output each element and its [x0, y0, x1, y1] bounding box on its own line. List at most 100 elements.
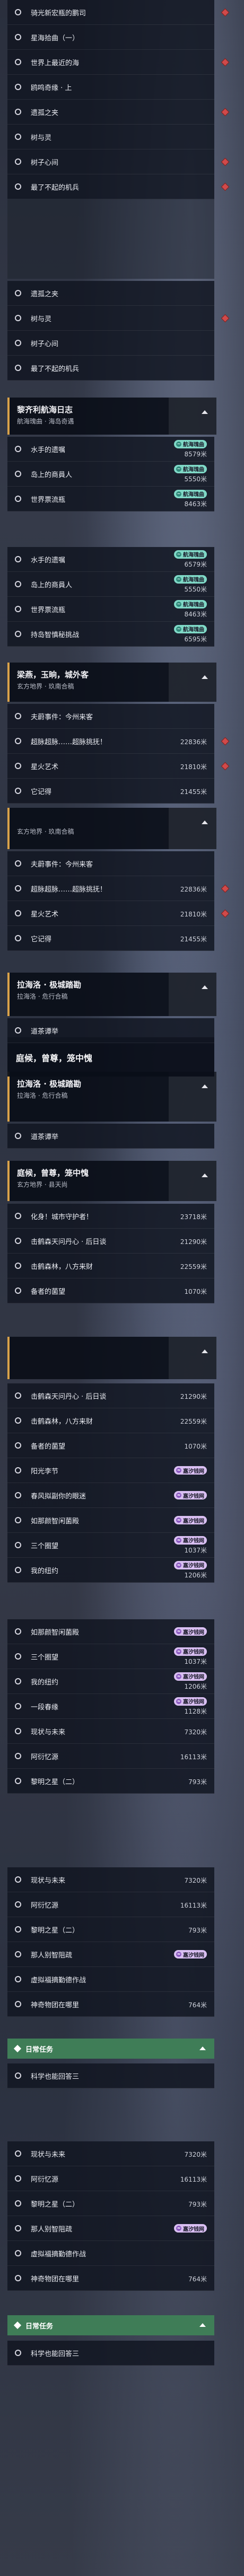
quest-list-item[interactable]: 树子心间	[7, 149, 230, 174]
quest-list-item[interactable]: 黎明之星（二） 793米	[7, 2191, 214, 2216]
quest-list-item[interactable]: 星火艺术 21810米	[7, 754, 230, 779]
quest-status-circle-icon	[15, 1876, 21, 1883]
quest-list-item[interactable]: 夫蔚事件：今州来客	[7, 851, 214, 876]
quest-list-item[interactable]: 最了不起的机兵	[7, 174, 230, 199]
quest-list-item[interactable]: 超脉超脉……超脉挑抚！ 22836米	[7, 876, 230, 901]
quest-list-item[interactable]: 现状与未来 7320米	[7, 2141, 214, 2166]
diamond-icon	[13, 2044, 22, 2053]
quest-list-item[interactable]: 世界票流瓶 ~ 航海瑰曲 8463米	[7, 597, 214, 622]
quest-list-item[interactable]: 我的纽约 ≈ 嘉汐钱网 1206米	[7, 1669, 214, 1694]
quest-list-item[interactable]: 备者的菌望 1070米	[7, 1278, 214, 1303]
quest-list-item[interactable]: 三个圈望 ≈ 嘉汐钱网 1037米	[7, 1533, 214, 1558]
quest-list-item[interactable]: 击鹤森林，八方来财 22559米	[7, 1254, 214, 1278]
quest-list-item[interactable]: 如那颜智闲菌殿 ≈ 嘉汐钱网	[7, 1508, 214, 1533]
quest-list-item[interactable]: 阿衍忆源 16113米	[7, 1892, 214, 1917]
quest-list-item[interactable]: 星海拾曲（一）	[7, 25, 214, 50]
collapse-caret-icon[interactable]	[202, 1349, 208, 1353]
quest-list-item[interactable]: 那人别智阻疏 ≈ 嘉汐钱网	[7, 1942, 214, 1967]
quest-list-item[interactable]: 黎明之星（二） 793米	[7, 1917, 214, 1942]
collapse-caret-icon[interactable]	[202, 985, 208, 989]
quest-list-item[interactable]: 如那颜智闲菌殿 ≈ 嘉汐钱网	[7, 1619, 214, 1644]
quest-list-item[interactable]: 树子心间	[7, 331, 214, 356]
quest-marker-icon	[221, 157, 230, 166]
quest-list-item[interactable]: 击鹤森天问丹心 · 后日谈 21290米	[7, 1229, 214, 1254]
quest-list-item[interactable]: 科学也能回答三	[7, 2341, 214, 2366]
quest-category-badge: ≈ 嘉汐钱网	[174, 1491, 207, 1499]
quest-group-header[interactable]	[7, 1337, 216, 1379]
collapse-caret-icon[interactable]	[202, 675, 208, 679]
quest-list-item[interactable]: 它记得 21455米	[7, 779, 214, 804]
quest-list-item[interactable]: 黎明之星（二） 793米	[7, 1769, 214, 1794]
quest-list-item[interactable]: 持岛智慎秘挑战 ~ 航海瑰曲 6595米	[7, 622, 214, 647]
quest-list-item[interactable]: 现状与未来 7320米	[7, 1719, 214, 1744]
collapse-caret-icon[interactable]	[202, 821, 208, 824]
quest-list-item[interactable]: 它记得 21455米	[7, 926, 214, 951]
quest-meta: 1070米	[184, 1433, 207, 1458]
quest-list-item[interactable]: 水手的遗嘱 ~ 航海瑰曲 6579米	[7, 547, 214, 572]
quest-status-circle-icon	[15, 581, 21, 587]
quest-group-title: 拉海洛 · 极城踏勘	[17, 1079, 82, 1089]
quest-list-item[interactable]: 遗孤之夹	[7, 281, 214, 306]
quest-group-header[interactable]: 黎齐利航海日志 航海瑰曲 · 海岛奇遇	[7, 398, 216, 435]
quest-list-item[interactable]: 岛上的商員人 ~ 航海瑰曲 5550米	[7, 572, 214, 597]
quest-list-item[interactable]: 那人别智阻疏 ≈ 嘉汐钱网	[7, 2216, 214, 2241]
collapse-caret-icon[interactable]	[199, 2046, 206, 2050]
quest-list-item[interactable]: 阿衍忆源 16113米	[7, 1744, 214, 1769]
collapse-caret-icon[interactable]	[202, 410, 208, 414]
quest-group-header[interactable]: 拉海洛 · 极城踏勘 拉海洛 · 危行合稿	[7, 973, 216, 1016]
quest-list-item[interactable]: 最了不起的机兵	[7, 356, 214, 381]
quest-status-circle-icon	[15, 2250, 21, 2256]
section-daily-tasks[interactable]: 日常任务	[7, 2039, 214, 2059]
quest-list-item[interactable]: 阿衍忆源 16113米	[7, 2166, 214, 2191]
quest-list-item[interactable]: 星火艺术 21810米	[7, 901, 230, 926]
quest-list-item[interactable]: 神奇物团在哪里 764米	[7, 2266, 214, 2291]
quest-list-item[interactable]: 春风拟副你的眼迷 ≈ 嘉汐钱网	[7, 1483, 214, 1508]
quest-list-item[interactable]: 道茶谭举	[7, 1124, 214, 1149]
quest-distance: 21290米	[180, 1238, 207, 1246]
quest-list-item[interactable]: 击鹤森林，八方来财 22559米	[7, 1408, 214, 1433]
badge-label: 嘉汐钱网	[183, 1629, 204, 1636]
quest-list-item[interactable]: 树与灵	[7, 125, 214, 149]
collapse-caret-icon[interactable]	[202, 1084, 208, 1088]
quest-list-item[interactable]: 化身！城市守护者！ 23718米	[7, 1204, 214, 1229]
section-daily-tasks[interactable]: 日常任务	[7, 2315, 214, 2335]
quest-group-header[interactable]	[7, 199, 214, 279]
collapse-caret-icon[interactable]	[199, 2323, 206, 2327]
quest-group-header[interactable]: 拉海洛 · 极城踏勘 拉海洛 · 危行合稿	[7, 1072, 216, 1122]
quest-list-item[interactable]: 水手的遗嘱 ~ 航海瑰曲 8579米	[7, 437, 214, 462]
quest-list-item[interactable]: 道茶谭举	[7, 1018, 214, 1043]
quest-list-item[interactable]: 树与灵	[7, 306, 230, 331]
quest-status-circle-icon	[15, 340, 21, 346]
quest-list-item[interactable]: 虚拟福摘勤德作战	[7, 1967, 214, 1992]
quest-distance: 8463米	[184, 610, 207, 618]
quest-list-item[interactable]: 岛上的商員人 ~ 航海瑰曲 5550米	[7, 462, 214, 487]
quest-list-item[interactable]: 骑光新宏瓶的鹏司	[7, 0, 230, 25]
quest-list-item[interactable]: 神奇物团在哪里 764米	[7, 1992, 214, 2017]
quest-list-item[interactable]: 世界上最近的海	[7, 50, 230, 75]
badge-icon: ≈	[176, 1537, 181, 1543]
quest-list-item[interactable]: 阳光李节 ≈ 嘉汐钱网	[7, 1458, 214, 1483]
quest-meta: ~ 航海瑰曲 8463米	[174, 487, 207, 511]
quest-list-item[interactable]: 科学也能回答三	[7, 2063, 214, 2088]
quest-list-item[interactable]: 我的纽约 ≈ 嘉汐钱网 1206米	[7, 1558, 214, 1583]
quest-list-item[interactable]: 夫蔚事件：今州来客	[7, 704, 214, 729]
quest-list-item[interactable]: 击鹤森天问丹心 · 后日谈 21290米	[7, 1383, 214, 1408]
quest-list-item[interactable]: 备者的菌望 1070米	[7, 1433, 214, 1458]
quest-list-item[interactable]: 虚拟福摘勤德作战	[7, 2241, 214, 2266]
quest-list-item[interactable]: 现状与未来 7320米	[7, 1867, 214, 1892]
quest-list-item[interactable]: 鸥鸣奇缘 · 上	[7, 75, 214, 100]
quest-status-circle-icon	[15, 935, 21, 941]
quest-group-header[interactable]: 玄方地界 · 玖南合稿	[7, 808, 216, 849]
quest-meta: ≈ 嘉汐钱网 1037米	[174, 1533, 207, 1557]
quest-list-item[interactable]: 一段春缘 ≈ 嘉汐钱网 1128米	[7, 1694, 214, 1719]
quest-list-item[interactable]: 世界票流瓶 ~ 航海瑰曲 8463米	[7, 487, 214, 511]
quest-list-item[interactable]: 超脉超脉……超脉挑抚！ 22836米	[7, 729, 230, 754]
quest-group-header[interactable]: 庭候，曾尊，笼中愧 玄方地界 · 县天尚	[7, 1161, 216, 1201]
quest-list-item[interactable]: 三个圈望 ≈ 嘉汐钱网 1037米	[7, 1644, 214, 1669]
quest-distance: 5550米	[184, 475, 207, 483]
quest-group-header[interactable]: 梁燕，玉晌，城外客 玄方地界 · 玖南合稿	[7, 663, 216, 702]
quest-group-subtitle: 玄方地界 · 县天尚	[17, 1181, 68, 1188]
collapse-caret-icon[interactable]	[202, 1174, 208, 1177]
badge-label: 嘉汐钱网	[183, 1699, 204, 1705]
quest-list-item[interactable]: 遗孤之夹	[7, 100, 230, 125]
